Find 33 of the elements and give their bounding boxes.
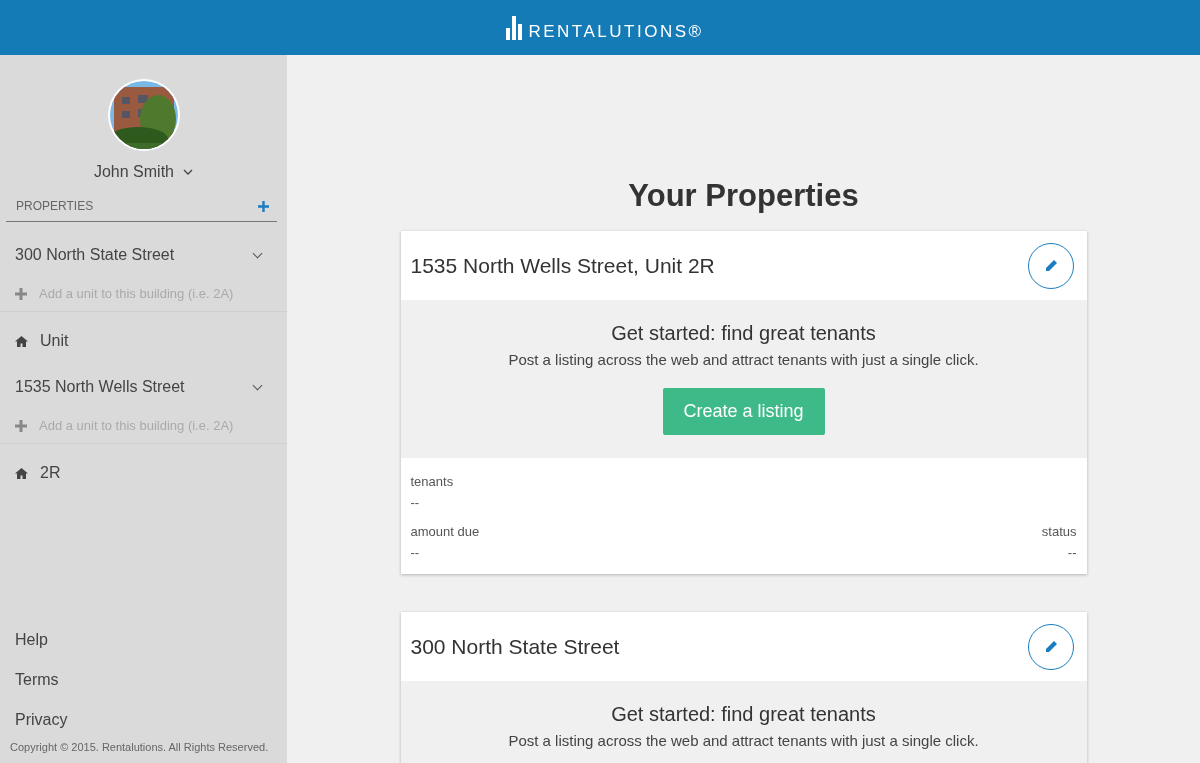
chevron-down-icon <box>183 169 193 175</box>
field-label: amount due <box>410 524 481 539</box>
section-title: PROPERTIES <box>16 199 94 213</box>
unit-item[interactable]: 2R <box>40 464 61 482</box>
home-icon <box>15 467 28 479</box>
add-icon[interactable] <box>258 200 269 212</box>
promo-heading: Get started: find great tenants <box>611 703 876 726</box>
promo-text: Post a listing across the web and attract tenants with just a single click. <box>508 351 979 368</box>
pencil-icon <box>1043 258 1058 273</box>
logo-text: RENTALUTIONS® <box>528 22 704 40</box>
footer-link[interactable]: Privacy <box>0 711 83 729</box>
add-icon <box>15 419 27 432</box>
building-item[interactable]: 1535 North Wells Street <box>0 354 287 396</box>
promo-text: Post a listing across the web and attract tenants with just a single click. <box>508 732 979 749</box>
home-icon <box>15 335 28 347</box>
bar-chart-icon <box>506 15 523 40</box>
user-menu[interactable]: John Smith <box>93 163 193 181</box>
field-value: -- <box>410 495 421 510</box>
building-item[interactable]: 300 North State Street <box>0 222 287 264</box>
field-label: tenants <box>410 474 455 489</box>
field-value: -- <box>410 545 421 560</box>
footer-link[interactable]: Terms <box>0 671 74 689</box>
pencil-icon <box>1043 639 1058 654</box>
field-label: status <box>1041 524 1077 539</box>
field-value: -- <box>1067 545 1077 560</box>
promo-heading: Get started: find great tenants <box>611 322 876 345</box>
footer-link[interactable]: Help <box>0 631 63 649</box>
card-title: 1535 North Wells Street, Unit 2R <box>410 253 715 278</box>
copyright-text: Copyright © 2015. Rentalutions. All Rights Reserved. <box>9 741 270 755</box>
page-title: Your Properties <box>628 178 859 214</box>
unit-item[interactable]: Unit <box>40 332 69 350</box>
card-title: 300 North State Street <box>410 634 620 659</box>
add-icon <box>15 287 27 300</box>
